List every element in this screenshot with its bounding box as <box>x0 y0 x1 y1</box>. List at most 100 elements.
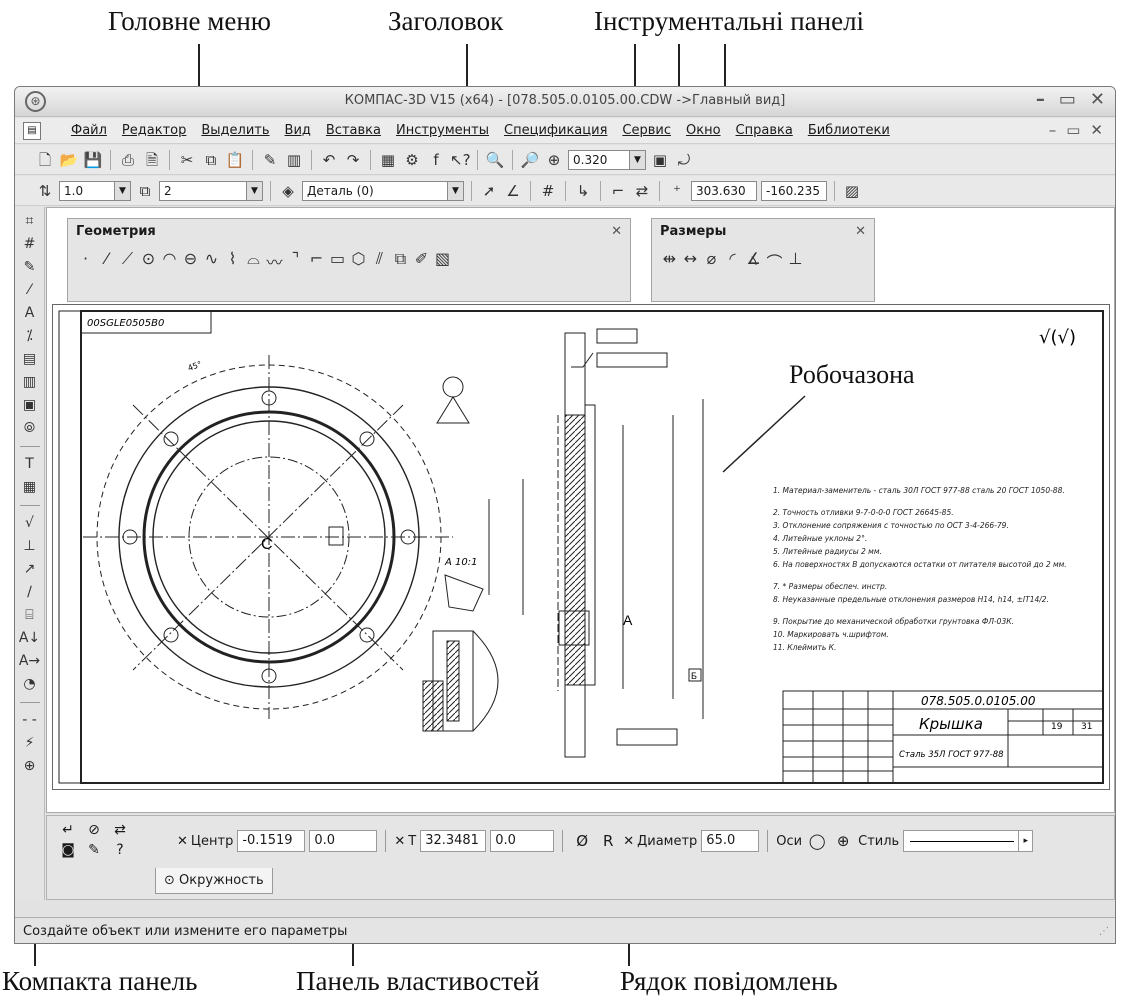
menu-item[interactable]: Сервис <box>622 123 671 138</box>
menu-item[interactable]: Вид <box>285 123 311 138</box>
height-dimension-icon[interactable]: ⊥ <box>786 249 805 273</box>
cursor-step-icon[interactable]: ⇅ <box>35 181 55 201</box>
brush-icon[interactable]: ✐ <box>412 249 431 273</box>
minimize-icon[interactable]: – <box>1036 89 1045 110</box>
maximize-icon[interactable]: ▭ <box>1059 89 1076 110</box>
create-object-icon[interactable]: ↵ <box>57 822 79 838</box>
polyline-icon[interactable]: ⌇ <box>223 249 242 273</box>
chevron-down-icon[interactable]: ▼ <box>247 181 263 201</box>
doc-close-icon[interactable]: ✕ <box>1090 121 1103 139</box>
preview-icon[interactable]: 🗎 <box>142 150 162 170</box>
zoom-in-icon[interactable]: ⊕ <box>544 150 564 170</box>
zoom-field[interactable]: 0.320 <box>568 150 630 170</box>
select-group-icon[interactable]: ⁒ <box>19 326 41 347</box>
close-icon[interactable]: ✕ <box>1090 89 1105 110</box>
menu-item[interactable]: Выделить <box>201 123 269 138</box>
step-field[interactable]: 1.0 <box>59 181 115 201</box>
help-pointer-icon[interactable]: ↖? <box>450 150 471 170</box>
layer-icon[interactable]: ⧉ <box>135 181 155 201</box>
roughness-icon[interactable]: √ <box>19 513 41 534</box>
tab-circle[interactable]: ⊙ Окружность <box>155 868 273 894</box>
point-y-field[interactable]: 0.0 <box>490 830 555 852</box>
xy-icon[interactable]: ⁺ <box>667 181 687 201</box>
rectangle-icon[interactable]: ▭ <box>328 249 347 273</box>
spline-icon[interactable]: ∿ <box>202 249 221 273</box>
coordinates-icon[interactable]: ⇄ <box>632 181 652 201</box>
manager-icon[interactable]: ▥ <box>284 150 304 170</box>
print-icon[interactable]: ⎙ <box>118 150 138 170</box>
cut-icon[interactable]: ✂ <box>177 150 197 170</box>
geometry-group-icon[interactable]: ⌗ <box>19 211 41 232</box>
tolerance-icon[interactable]: ⌸ <box>19 605 41 626</box>
diameter-field[interactable]: 65.0 <box>701 830 760 852</box>
layer-field[interactable]: 2 <box>159 181 247 201</box>
open-file-icon[interactable]: 📂 <box>59 150 79 170</box>
menu-item[interactable]: Окно <box>686 123 721 138</box>
stop-icon[interactable]: ⊘ <box>83 822 105 838</box>
polygon-icon[interactable]: ⬡ <box>349 249 368 273</box>
resize-grip-icon[interactable]: ⋰ <box>1099 926 1109 937</box>
spec-group-icon[interactable]: ▤ <box>19 349 41 370</box>
edit-group-icon[interactable]: ✎ <box>19 257 41 278</box>
leader-icon[interactable]: ↗ <box>19 559 41 580</box>
axis-line-icon[interactable]: - - <box>19 710 41 731</box>
center-label[interactable]: ✕ Центр <box>177 834 233 849</box>
fragment-group-icon[interactable]: ⦾ <box>19 418 41 439</box>
angular-dimension-icon[interactable]: ∡ <box>744 249 763 273</box>
text-icon[interactable]: T <box>19 454 41 475</box>
view-group-icon[interactable]: ▣ <box>19 395 41 416</box>
diameter-label[interactable]: ✕ Диаметр <box>623 834 697 849</box>
auto-dimension-icon[interactable]: ⇹ <box>660 249 679 273</box>
title-bar[interactable]: ⊛ КОМПАС-3D V15 (x64) - [078.505.0.0105.… <box>15 87 1115 117</box>
document-icon[interactable]: ▤ <box>23 122 41 140</box>
doc-minimize-icon[interactable]: – <box>1049 121 1057 139</box>
ortho-icon[interactable]: ∠ <box>503 181 523 201</box>
new-file-icon[interactable]: 🗋 <box>35 150 55 170</box>
hatch-group-icon[interactable]: # <box>19 234 41 255</box>
arrow-view-icon[interactable]: A↓ <box>19 628 41 649</box>
object-field[interactable]: Деталь (0) <box>302 181 448 201</box>
radial-dimension-icon[interactable]: ◜ <box>723 249 742 273</box>
style-select[interactable]: ▸ <box>903 830 1034 852</box>
snapshot-icon[interactable]: ◙ <box>57 842 79 858</box>
point-label[interactable]: ✕ Т <box>394 834 416 849</box>
menu-item[interactable]: Инструменты <box>396 123 489 138</box>
ellipse-icon[interactable]: ⊖ <box>181 249 200 273</box>
auto-create-icon[interactable]: ⇄ <box>109 822 131 838</box>
center-x-field[interactable]: -0.1519 <box>237 830 306 852</box>
radius-toggle[interactable]: R <box>597 830 619 852</box>
circle-icon[interactable]: ⊙ <box>139 249 158 273</box>
object-icon[interactable]: ◈ <box>278 181 298 201</box>
point-x-field[interactable]: 32.3481 <box>420 830 487 852</box>
pan-icon[interactable]: ⤾ <box>674 150 694 170</box>
section-line-icon[interactable]: A→ <box>19 651 41 672</box>
round-icon[interactable]: ⌐ <box>608 181 628 201</box>
doc-restore-icon[interactable]: ▭ <box>1066 121 1080 139</box>
linear-dimension-icon[interactable]: ↔ <box>681 249 700 273</box>
menu-item[interactable]: Библиотеки <box>808 123 890 138</box>
snap-icon[interactable]: ➚ <box>479 181 499 201</box>
grid-icon[interactable]: # <box>538 181 558 201</box>
properties-icon[interactable]: ✎ <box>260 150 280 170</box>
bezier-icon[interactable]: 〰 <box>265 249 284 273</box>
paste-icon[interactable]: 📋 <box>225 150 245 170</box>
close-icon[interactable]: ✕ <box>611 224 622 239</box>
diameter-dimension-icon[interactable]: ⌀ <box>702 249 721 273</box>
coord-y-field[interactable]: -160.235 <box>761 181 827 201</box>
table-icon[interactable]: ▦ <box>19 477 41 498</box>
properties-brush-icon[interactable]: ✎ <box>83 842 105 858</box>
segment-icon[interactable]: ⟋ <box>118 249 137 273</box>
zoom-window-icon[interactable]: 🔍 <box>485 150 505 170</box>
object-combo[interactable]: Деталь (0) ▼ <box>302 181 464 201</box>
detail-view-icon[interactable]: ◔ <box>19 674 41 695</box>
chevron-down-icon[interactable]: ▼ <box>448 181 464 201</box>
drawing-sheet[interactable]: 00SGLE0505B0 C 45° А Б А 10:1 √(√) 1. Ма… <box>52 304 1110 790</box>
help-icon[interactable]: ? <box>109 842 131 858</box>
work-area[interactable]: Геометрия ✕ · ⁄ ⟋ ⊙ ◠ ⊖ ∿ ⌇ ⌓ 〰 ⌝ ⌐ ▭ ⬡ ⫽… <box>46 207 1115 813</box>
refresh-icon[interactable]: ▣ <box>650 150 670 170</box>
chevron-right-icon[interactable]: ▸ <box>1018 831 1032 851</box>
undo-icon[interactable]: ↶ <box>319 150 339 170</box>
zoom-combo[interactable]: 0.320 ▼ <box>568 150 646 170</box>
arc-icon[interactable]: ◠ <box>160 249 179 273</box>
zoom-all-icon[interactable]: 🔎 <box>520 150 540 170</box>
